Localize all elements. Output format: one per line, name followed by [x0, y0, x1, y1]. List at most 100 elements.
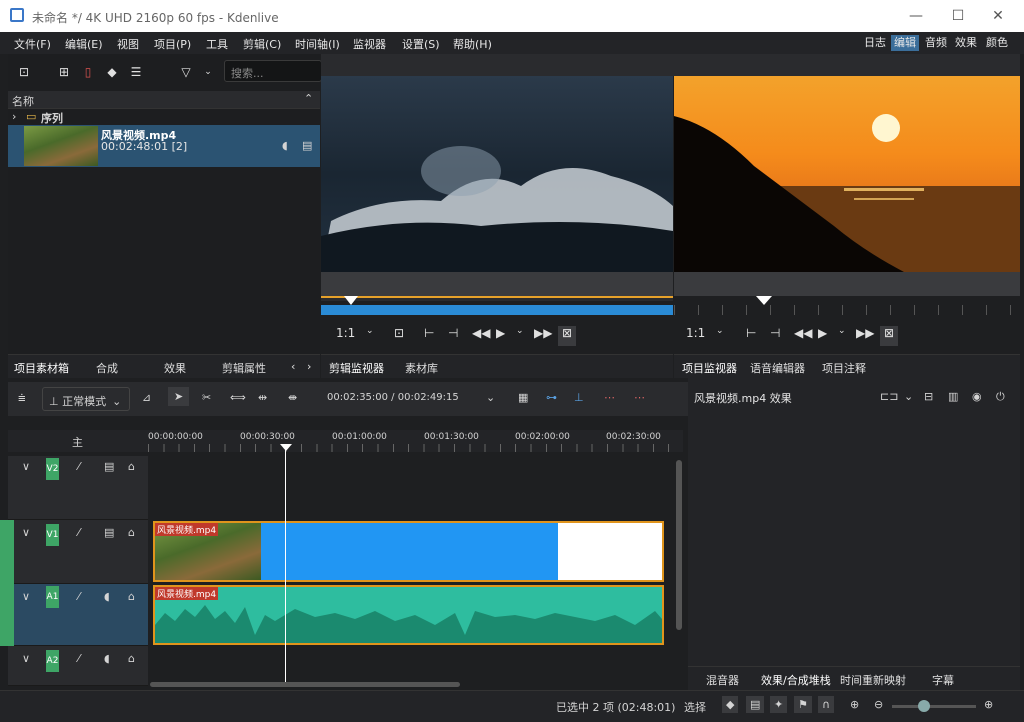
edit-mode-select[interactable]: ⊥ 正常模式 ⌄	[42, 387, 130, 411]
menu-view[interactable]: 视图	[117, 36, 139, 52]
tab-time-remap[interactable]: 时间重新映射	[840, 672, 906, 688]
project-playhead-icon[interactable]	[756, 296, 772, 305]
mute-icon[interactable]: ◖	[104, 590, 110, 603]
track-v1[interactable]: ∨ V1 ⁄ ▤ ⌂	[0, 520, 148, 584]
timeline-ruler[interactable]: 00:00:00:00 00:00:30:00 00:01:00:00 00:0…	[148, 430, 683, 452]
workspace-audio[interactable]: 音频	[922, 35, 950, 51]
clip-set-out-icon[interactable]: ⊣	[448, 326, 458, 346]
folder-sequence[interactable]: › ▭ 序列	[8, 109, 320, 126]
compare-icon[interactable]: ⊏⊐	[880, 390, 898, 403]
menu-file[interactable]: 文件(F)	[14, 36, 51, 52]
tab-project-notes[interactable]: 项目注释	[822, 360, 866, 376]
clip-playhead-icon[interactable]	[344, 296, 358, 305]
effects-icon[interactable]: ⁄	[78, 526, 80, 539]
clip-monitor-view[interactable]	[321, 76, 673, 272]
bin-clip[interactable]: 风景视频.mp4 00:02:48:01 [2] ◖ ▤	[8, 125, 320, 167]
tab-project-bin[interactable]: 项目素材箱	[14, 360, 69, 376]
collapse-icon[interactable]: ∨	[22, 652, 30, 665]
tab-scroll-left-icon[interactable]: ‹	[291, 360, 295, 373]
checker-icon[interactable]: ▦	[518, 391, 528, 404]
video-icon[interactable]: ▤	[302, 139, 312, 152]
effects-icon[interactable]: ⁄	[78, 652, 80, 665]
collapse-icon[interactable]: ∨	[22, 526, 30, 539]
thumbnail-icon[interactable]: ▤	[746, 696, 765, 713]
clip-fit-icon[interactable]: ⊡	[394, 326, 404, 346]
project-zoom[interactable]: 1:1	[686, 326, 705, 346]
tab-effects[interactable]: 效果	[164, 360, 186, 376]
expand-icon[interactable]: ›	[12, 110, 16, 123]
collapse-icon[interactable]: ∨	[22, 590, 30, 603]
clip-crop-icon[interactable]: ⊠	[558, 326, 577, 346]
workspace-logging[interactable]: 日志	[861, 35, 889, 51]
project-play-icon[interactable]: ▶	[818, 326, 827, 346]
maximize-button[interactable]: ☐	[948, 6, 968, 26]
overwrite-icon[interactable]: ⊥	[574, 391, 584, 404]
menu-tools[interactable]: 工具	[206, 36, 228, 52]
clip-set-in-icon[interactable]: ⊢	[424, 326, 434, 346]
clip-forward-icon[interactable]: ▶▶	[534, 326, 552, 346]
track-a1[interactable]: ∨ A1 ⁄ ◖ ⌂	[0, 584, 148, 646]
project-zoom-dropdown-icon[interactable]: ⌄	[716, 326, 724, 346]
zoom-slider-handle[interactable]	[918, 700, 930, 712]
track-a2[interactable]: ∨ A2 ⁄ ◖ ⌂	[8, 646, 148, 686]
tab-subtitles[interactable]: 字幕	[932, 672, 954, 688]
zoom-slider[interactable]	[892, 705, 976, 708]
menu-clip[interactable]: 剪辑(C)	[243, 36, 281, 52]
timeline-vscrollbar[interactable]	[676, 460, 682, 630]
hide-track-icon[interactable]: ▤	[104, 526, 114, 539]
tab-mixer[interactable]: 混音器	[706, 672, 739, 688]
clip-rewind-icon[interactable]: ◀◀	[472, 326, 490, 346]
project-play-dropdown-icon[interactable]: ⌄	[838, 326, 846, 346]
marker-icon[interactable]: ⚑	[794, 696, 812, 713]
save-stack-icon[interactable]: ⊟	[924, 390, 933, 403]
slip-tool-icon[interactable]: ⇹	[258, 391, 267, 404]
menu-help[interactable]: 帮助(H)	[453, 36, 492, 52]
compare-dropdown-icon[interactable]: ⌄	[904, 390, 913, 403]
tab-clip-properties[interactable]: 剪辑属性	[222, 360, 266, 376]
effects-icon[interactable]: ⁄	[78, 460, 80, 473]
menu-timeline[interactable]: 时间轴(I)	[295, 36, 340, 52]
snap-icon[interactable]: ∩	[818, 696, 835, 713]
collapse-icon[interactable]: ∨	[22, 460, 30, 473]
insert-icon[interactable]: ⊶	[546, 391, 557, 404]
tab-library[interactable]: 素材库	[405, 360, 438, 376]
tab-compositions[interactable]: 合成	[96, 360, 118, 376]
tab-effect-stack[interactable]: 效果/合成堆栈	[761, 672, 831, 688]
add-clip-icon[interactable]: ⊡	[16, 64, 32, 80]
menu-project[interactable]: 项目(P)	[154, 36, 191, 52]
column-name[interactable]: 名称	[12, 93, 34, 109]
ripple-icon[interactable]: ⊿	[142, 391, 151, 404]
lock-icon[interactable]: ⌂	[128, 526, 135, 539]
audio-clip[interactable]: 风景视频.mp4	[153, 585, 664, 645]
project-monitor-ruler[interactable]	[674, 305, 1020, 315]
tab-speech-editor[interactable]: 语音编辑器	[750, 360, 805, 376]
filter-dropdown-icon[interactable]: ⌄	[200, 64, 216, 80]
sort-icon[interactable]: ⌃	[304, 92, 313, 105]
delete-icon[interactable]: ▯	[80, 64, 96, 80]
project-forward-icon[interactable]: ▶▶	[856, 326, 874, 346]
power-icon[interactable]: ⏻	[996, 390, 1005, 404]
hide-track-icon[interactable]: ▤	[104, 460, 114, 473]
filter-icon[interactable]: ▽	[178, 64, 194, 80]
extract-icon[interactable]: ⋯	[634, 391, 645, 404]
track-v2[interactable]: ∨ V2 ⁄ ▤ ⌂	[8, 456, 148, 520]
lift-icon[interactable]: ⋯	[604, 391, 615, 404]
workspace-color[interactable]: 颜色	[983, 35, 1011, 51]
eye-icon[interactable]: ◉	[972, 390, 982, 403]
minimize-button[interactable]: —	[906, 6, 926, 26]
tag-filter-icon[interactable]: ◆	[722, 696, 739, 713]
audio-icon[interactable]: ◖	[282, 139, 288, 152]
keyframe-icon[interactable]: ✦	[770, 696, 788, 713]
video-clip[interactable]: 风景视频.mp4	[153, 521, 664, 582]
clip-play-dropdown-icon[interactable]: ⌄	[516, 326, 524, 346]
timeline-playhead-icon[interactable]	[280, 444, 292, 451]
clip-zone-bar[interactable]	[321, 296, 673, 301]
zoom-out-icon[interactable]: ⊖	[874, 698, 883, 711]
project-set-out-icon[interactable]: ⊣	[770, 326, 780, 346]
zoom-in-icon[interactable]: ⊕	[984, 698, 993, 711]
tab-clip-monitor[interactable]: 剪辑监视器	[329, 360, 384, 376]
menu-icon[interactable]: ☰	[128, 64, 144, 80]
select-tool-icon[interactable]: ➤	[168, 387, 190, 406]
clip-monitor-ruler[interactable]	[321, 305, 673, 315]
tag-icon[interactable]: ◆	[104, 64, 120, 80]
